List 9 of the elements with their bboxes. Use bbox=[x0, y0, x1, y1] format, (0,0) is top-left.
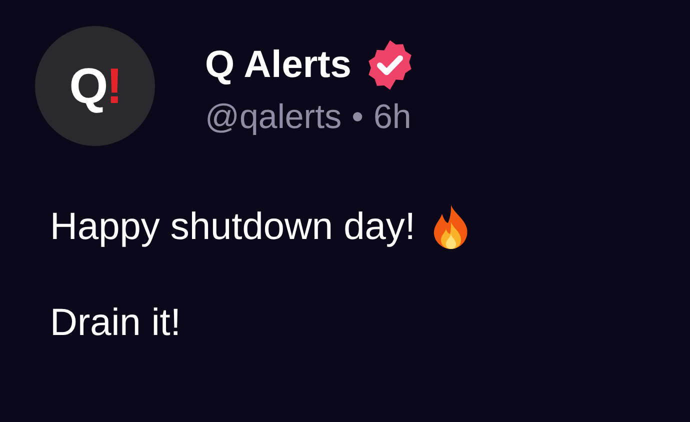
post-text: Drain it! bbox=[50, 302, 181, 345]
account-name[interactable]: Q Alerts bbox=[205, 44, 352, 86]
avatar[interactable]: Q! bbox=[35, 26, 155, 146]
post-time: 6h bbox=[373, 98, 412, 137]
separator-dot: • bbox=[352, 98, 364, 137]
avatar-letter: Q bbox=[69, 57, 106, 115]
handle: @qalerts bbox=[205, 98, 342, 137]
post-text: Happy shutdown day! bbox=[50, 206, 416, 248]
avatar-letter: ! bbox=[106, 57, 121, 115]
